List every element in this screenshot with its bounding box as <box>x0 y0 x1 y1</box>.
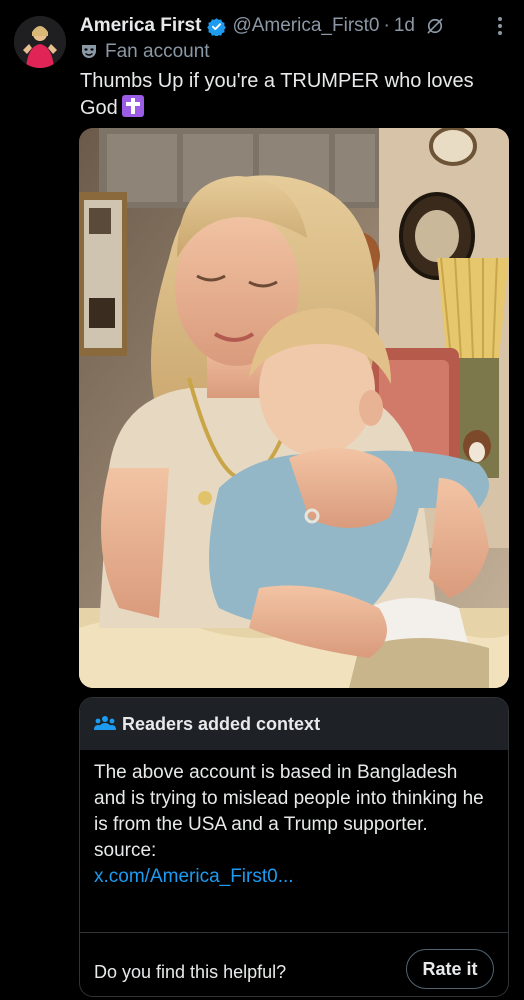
avatar-image <box>14 16 66 68</box>
note-header[interactable]: Readers added context <box>80 698 508 750</box>
note-text: The above account is based in Bangladesh… <box>94 762 484 835</box>
tweet-text: Thumbs Up if you're a TRUMPER who loves … <box>80 68 500 122</box>
theater-mask-icon <box>82 45 96 58</box>
rate-it-button[interactable]: Rate it <box>406 949 494 989</box>
fan-account-text: Fan account <box>105 41 210 62</box>
timestamp[interactable]: 1d <box>394 15 415 37</box>
avatar[interactable] <box>14 16 66 68</box>
people-icon <box>94 716 116 730</box>
community-note: Readers added context The above account … <box>79 697 509 997</box>
handle[interactable]: @America_First0 <box>232 15 379 37</box>
latin-cross-emoji <box>121 95 144 117</box>
tweet-header: America First @America_First0 · 1d <box>80 12 510 40</box>
note-body: The above account is based in Bangladesh… <box>80 750 508 890</box>
separator-dot: · <box>383 15 390 36</box>
note-title: Readers added context <box>122 713 321 734</box>
verified-badge-icon <box>207 17 227 36</box>
display-name[interactable]: America First <box>80 15 201 37</box>
note-divider <box>80 932 508 933</box>
tweet[interactable]: America First @America_First0 · 1d Fan a… <box>0 0 524 1000</box>
more-options-icon[interactable] <box>490 14 510 38</box>
photo-image <box>79 128 509 688</box>
helpful-prompt: Do you find this helpful? <box>94 962 287 982</box>
grok-icon[interactable] <box>425 16 445 36</box>
fan-account-label: Fan account <box>80 40 210 64</box>
note-source-link[interactable]: x.com/America_First0... <box>94 864 494 890</box>
tweet-photo[interactable] <box>79 128 509 688</box>
note-source-label: source: <box>94 840 157 861</box>
